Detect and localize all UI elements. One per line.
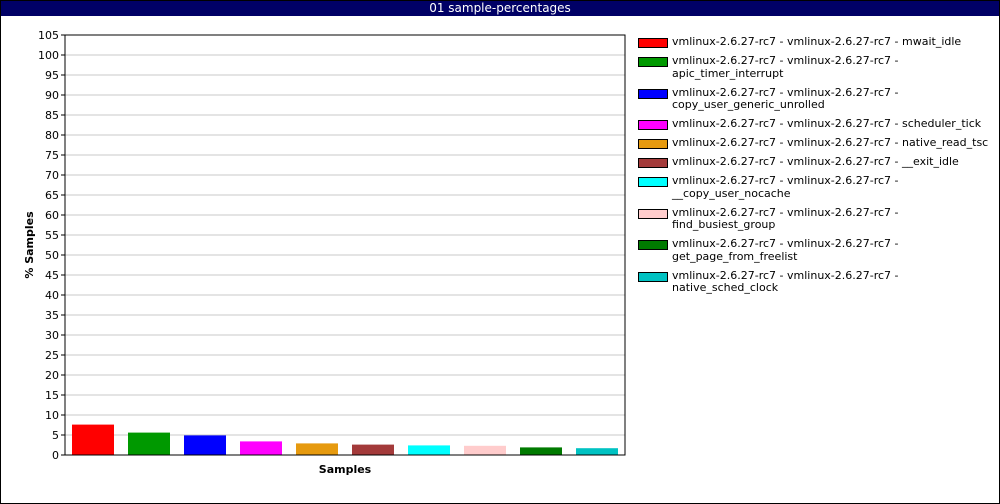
plot-area (64, 34, 626, 456)
legend-swatch (638, 177, 668, 187)
legend-label: vmlinux-2.6.27-rc7 - vmlinux-2.6.27-rc7 … (672, 237, 899, 263)
y-tick-label: 95 (45, 69, 59, 82)
legend-label: vmlinux-2.6.27-rc7 - vmlinux-2.6.27-rc7 … (672, 54, 899, 80)
legend-item: vmlinux-2.6.27-rc7 - vmlinux-2.6.27-rc7 … (637, 85, 992, 112)
legend-label: vmlinux-2.6.27-rc7 - vmlinux-2.6.27-rc7 … (672, 85, 899, 111)
legend-swatch (638, 88, 668, 99)
bar (408, 445, 450, 455)
bar (184, 435, 226, 455)
y-tick-label: 90 (45, 89, 59, 102)
y-tick-label: 55 (45, 229, 59, 242)
legend-item: vmlinux-2.6.27-rc7 - vmlinux-2.6.27-rc7 … (637, 155, 992, 169)
legend-swatch (638, 57, 668, 67)
legend-label: vmlinux-2.6.27-rc7 - vmlinux-2.6.27-rc7 … (672, 155, 959, 168)
legend-swatch (638, 38, 668, 48)
legend-item: vmlinux-2.6.27-rc7 - vmlinux-2.6.27-rc7 … (637, 54, 992, 80)
legend-item: vmlinux-2.6.27-rc7 - vmlinux-2.6.27-rc7 … (637, 174, 992, 200)
legend-item: vmlinux-2.6.27-rc7 - vmlinux-2.6.27-rc7 … (637, 35, 992, 49)
legend-swatch (638, 120, 668, 130)
y-tick-label: 30 (45, 329, 59, 342)
legend-swatch (638, 208, 668, 219)
y-tick-label: 15 (45, 389, 59, 402)
x-axis-label: Samples (319, 463, 372, 476)
legend-label: vmlinux-2.6.27-rc7 - vmlinux-2.6.27-rc7 … (672, 35, 962, 48)
y-tick-label: 45 (45, 269, 59, 282)
y-tick-label: 60 (45, 209, 59, 222)
bar (296, 443, 338, 455)
legend-swatch (638, 139, 668, 149)
legend-item: vmlinux-2.6.27-rc7 - vmlinux-2.6.27-rc7 … (637, 268, 992, 295)
y-tick-label: 85 (45, 109, 59, 122)
y-tick-label: 105 (38, 29, 59, 42)
y-tick-label: 75 (45, 149, 59, 162)
bar (520, 447, 562, 455)
legend-label: vmlinux-2.6.27-rc7 - vmlinux-2.6.27-rc7 … (672, 268, 899, 294)
legend-swatch (638, 271, 668, 282)
y-tick-label: 35 (45, 309, 59, 322)
bar (576, 448, 618, 455)
y-tick-label: 40 (45, 289, 59, 302)
y-tick-label: 5 (52, 429, 59, 442)
y-tick-label: 65 (45, 189, 59, 202)
legend-label: vmlinux-2.6.27-rc7 - vmlinux-2.6.27-rc7 … (672, 136, 989, 149)
y-tick-label: 25 (45, 349, 59, 362)
y-tick-label: 80 (45, 129, 59, 142)
y-tick-label: 0 (52, 449, 59, 462)
legend-item: vmlinux-2.6.27-rc7 - vmlinux-2.6.27-rc7 … (637, 237, 992, 263)
legend-item: vmlinux-2.6.27-rc7 - vmlinux-2.6.27-rc7 … (637, 205, 992, 232)
bar (464, 445, 506, 455)
y-tick-label: 100 (38, 49, 59, 62)
y-tick-label: 50 (45, 249, 59, 262)
legend: vmlinux-2.6.27-rc7 - vmlinux-2.6.27-rc7 … (637, 35, 992, 301)
legend-label: vmlinux-2.6.27-rc7 - vmlinux-2.6.27-rc7 … (672, 205, 899, 231)
bar (352, 444, 394, 455)
y-tick-label: 10 (45, 409, 59, 422)
legend-item: vmlinux-2.6.27-rc7 - vmlinux-2.6.27-rc7 … (637, 136, 992, 150)
legend-item: vmlinux-2.6.27-rc7 - vmlinux-2.6.27-rc7 … (637, 117, 992, 131)
bar (72, 424, 114, 455)
bar (128, 432, 170, 455)
y-tick-label: 70 (45, 169, 59, 182)
bar (240, 441, 282, 455)
y-tick-label: 20 (45, 369, 59, 382)
legend-label: vmlinux-2.6.27-rc7 - vmlinux-2.6.27-rc7 … (672, 174, 899, 200)
legend-swatch (638, 240, 668, 250)
legend-swatch (638, 158, 668, 168)
legend-label: vmlinux-2.6.27-rc7 - vmlinux-2.6.27-rc7 … (672, 117, 982, 130)
y-axis-label: % Samples (23, 211, 36, 279)
